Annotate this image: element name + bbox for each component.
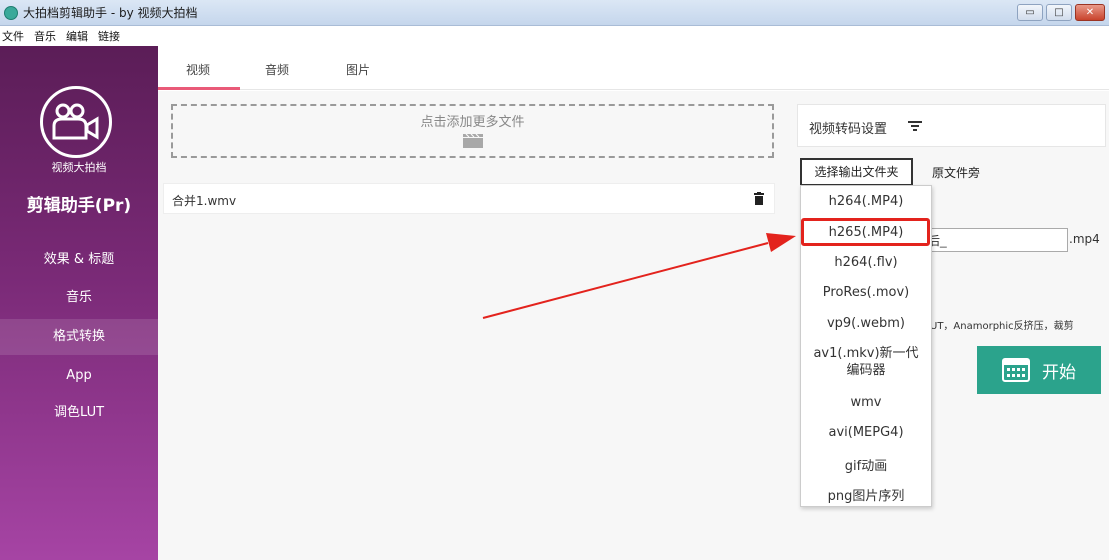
av1-line-2: 编码器: [846, 363, 886, 378]
av1-line-1: av1(.mkv)新一代: [813, 346, 919, 361]
add-files-dropzone[interactable]: 点击添加更多文件: [171, 104, 774, 158]
format-option-wmv[interactable]: wmv: [801, 395, 931, 410]
menu-edit[interactable]: 编辑: [66, 28, 88, 44]
window-title: 大拍档剪辑助手 - by 视频大拍档: [23, 6, 198, 20]
menu-file[interactable]: 文件: [2, 28, 24, 44]
format-option-h265-mp4[interactable]: h265(.MP4): [801, 225, 931, 240]
original-folder-option[interactable]: 原文件旁: [932, 164, 980, 181]
format-option-gif[interactable]: gif动画: [801, 455, 931, 474]
format-option-av1[interactable]: av1(.mkv)新一代 编码器: [801, 345, 931, 379]
menu-music[interactable]: 音乐: [34, 28, 56, 44]
format-option-prores[interactable]: ProRes(.mov): [801, 285, 931, 300]
people-camera-icon: [40, 86, 112, 158]
app-icon: [4, 5, 18, 20]
file-name: 合并1.wmv: [172, 194, 237, 208]
menu-bar: 文件 音乐 编辑 链接: [0, 26, 1109, 46]
sidebar-item-color-lut[interactable]: 调色LUT: [0, 395, 158, 431]
settings-header: 视频转码设置: [797, 104, 1106, 147]
file-list-item[interactable]: 合并1.wmv: [163, 183, 775, 214]
brand-title: 剪辑助手(Pr): [26, 196, 132, 216]
start-label: 开始: [1042, 362, 1076, 383]
output-format-dropdown: h264(.MP4) h265(.MP4) h264(.flv) ProRes(…: [800, 185, 932, 507]
brand-subtitle: 视频大拍档: [51, 161, 107, 174]
format-option-h264-mp4[interactable]: h264(.MP4): [801, 194, 931, 209]
suffix-input[interactable]: [925, 228, 1068, 252]
minimize-button[interactable]: ▭: [1017, 4, 1043, 21]
tab-bar: 视频 音频 图片: [158, 46, 1109, 90]
options-text: UT，Anamorphic反挤压，裁剪: [930, 321, 1074, 332]
extension-label: .mp4: [1069, 232, 1100, 246]
sidebar-item-effects-titles[interactable]: 效果 & 标题: [0, 242, 158, 278]
film-grid-icon: [1002, 358, 1030, 382]
filter-icon[interactable]: [908, 120, 922, 132]
maximize-button[interactable]: □: [1046, 4, 1072, 21]
dropzone-label: 点击添加更多文件: [420, 115, 525, 130]
format-option-avi[interactable]: avi(MEPG4): [801, 425, 931, 440]
sidebar: 视频大拍档 剪辑助手(Pr) 效果 & 标题 音乐 格式转换 App 调色LUT: [0, 46, 158, 560]
trash-icon[interactable]: [754, 192, 764, 205]
close-button[interactable]: ✕: [1075, 4, 1105, 21]
tab-video[interactable]: 视频: [186, 61, 210, 78]
active-tab-indicator: [158, 87, 240, 90]
sidebar-item-format-convert[interactable]: 格式转换: [0, 319, 158, 355]
title-bar: 大拍档剪辑助手 - by 视频大拍档 ▭ □ ✕: [0, 0, 1109, 26]
choose-output-folder-button[interactable]: 选择输出文件夹: [800, 158, 913, 186]
format-option-vp9[interactable]: vp9(.webm): [801, 316, 931, 331]
tab-audio[interactable]: 音频: [265, 61, 289, 78]
sidebar-item-app[interactable]: App: [0, 358, 158, 394]
format-option-h264-flv[interactable]: h264(.flv): [801, 255, 931, 270]
tab-image[interactable]: 图片: [346, 61, 370, 78]
clapperboard-icon: [462, 134, 483, 148]
sidebar-item-music[interactable]: 音乐: [0, 280, 158, 316]
window-controls: ▭ □ ✕: [1017, 4, 1105, 21]
format-option-png[interactable]: png图片序列: [801, 485, 931, 504]
settings-title: 视频转码设置: [809, 122, 888, 137]
menu-link[interactable]: 链接: [98, 28, 120, 44]
start-button[interactable]: 开始: [977, 346, 1101, 394]
